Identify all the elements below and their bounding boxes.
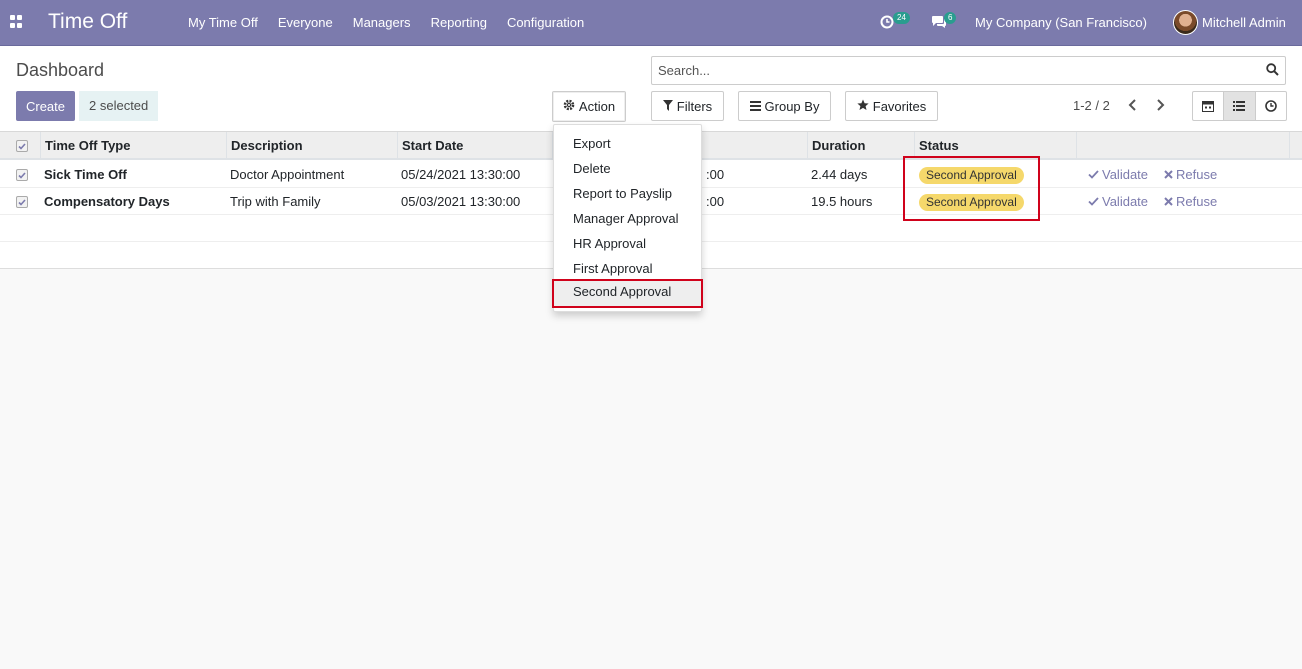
menu-item-first-approval[interactable]: First Approval [554,256,701,281]
cell-time-off-type: Sick Time Off [44,167,127,182]
close-icon [1164,170,1173,179]
menu-item-delete[interactable]: Delete [554,156,701,181]
cell-status: Second Approval [914,161,1064,188]
column-header-actions [1076,132,1290,160]
action-button[interactable]: Action [552,91,626,122]
column-header-start-date[interactable]: Start Date [397,132,553,160]
company-switcher[interactable]: My Company (San Francisco) [975,15,1147,30]
user-avatar[interactable] [1173,10,1198,35]
validate-button[interactable]: Validate [1088,188,1148,215]
menu-item-second-approval[interactable]: Second Approval [552,279,703,308]
search-bar [651,56,1286,85]
cell-description: Trip with Family [230,194,321,209]
column-header-description[interactable]: Description [226,132,398,160]
refuse-label: Refuse [1176,167,1218,182]
filter-funnel-icon [662,99,673,114]
validate-button[interactable]: Validate [1088,161,1148,188]
activity-view-clock-icon[interactable] [1256,92,1286,120]
row-checkbox[interactable] [16,196,28,208]
control-panel: Dashboard Create 2 selected Action Filte… [0,46,1302,132]
breadcrumb: Dashboard [16,60,105,80]
chevron-right-icon[interactable] [1155,99,1165,114]
group-by-label: Group By [764,98,820,114]
cell-end-date: :00 [706,194,725,209]
validate-label: Validate [1102,167,1149,182]
filters-label: Filters [676,98,713,114]
search-icon[interactable] [1266,63,1279,79]
cell-time-off-type: Compensatory Days [44,194,170,209]
search-input[interactable] [652,57,1252,84]
column-header-duration[interactable]: Duration [807,132,915,160]
menu-item-hr-approval[interactable]: HR Approval [554,231,701,256]
check-icon [1088,197,1099,206]
status-badge: Second Approval [919,167,1024,184]
view-switcher [1192,91,1287,121]
close-icon [1164,197,1173,206]
favorites-button[interactable]: Favorites [845,91,938,121]
column-header-time-off-type[interactable]: Time Off Type [40,132,227,160]
selection-count: 2 selected [79,91,159,121]
calendar-view-icon[interactable] [1193,92,1225,120]
status-badge: Second Approval [919,194,1024,211]
create-button[interactable]: Create [16,91,75,121]
select-all-checkbox[interactable] [16,140,28,152]
systray: 24 6 My Company (San Francisco) Mitchell… [0,0,1302,46]
check-icon [1088,170,1099,179]
menu-item-manager-approval[interactable]: Manager Approval [554,206,701,231]
gear-icon [563,99,575,114]
cell-status: Second Approval [914,188,1064,215]
action-button-label: Action [578,99,616,114]
list-view-icon[interactable] [1224,92,1256,120]
cell-start-date: 05/24/2021 13:30:00 [401,167,521,182]
bars-icon [749,99,761,114]
cell-duration: 2.44 days [811,167,868,182]
activity-clock-icon[interactable] [880,15,894,32]
column-header-optional[interactable] [1289,132,1302,160]
cell-duration: 19.5 hours [811,194,873,209]
menu-item-report-to-payslip[interactable]: Report to Payslip [554,181,701,206]
star-icon [857,99,869,114]
row-checkbox[interactable] [16,169,28,181]
refuse-label: Refuse [1176,194,1218,209]
filters-button[interactable]: Filters [651,91,724,121]
pager-value[interactable]: 1-2 / 2 [1073,98,1110,113]
action-dropdown-menu: Export Delete Report to Payslip Manager … [552,124,703,312]
group-by-button[interactable]: Group By [738,91,831,121]
validate-label: Validate [1102,194,1149,209]
message-count-badge: 6 [944,12,957,24]
cell-start-date: 05/03/2021 13:30:00 [401,194,521,209]
menu-item-export[interactable]: Export [554,131,701,156]
refuse-button[interactable]: Refuse [1164,161,1217,188]
cell-end-date: :00 [706,167,725,182]
refuse-button[interactable]: Refuse [1164,188,1217,215]
cell-description: Doctor Appointment [230,167,345,182]
column-header-status[interactable]: Status [914,132,1077,160]
activity-count-badge: 24 [893,12,910,24]
favorites-label: Favorites [872,98,927,114]
user-menu[interactable]: Mitchell Admin [1202,15,1286,30]
chevron-left-icon[interactable] [1128,99,1138,114]
top-navbar: Time Off My Time Off Everyone Managers R… [0,0,1302,46]
